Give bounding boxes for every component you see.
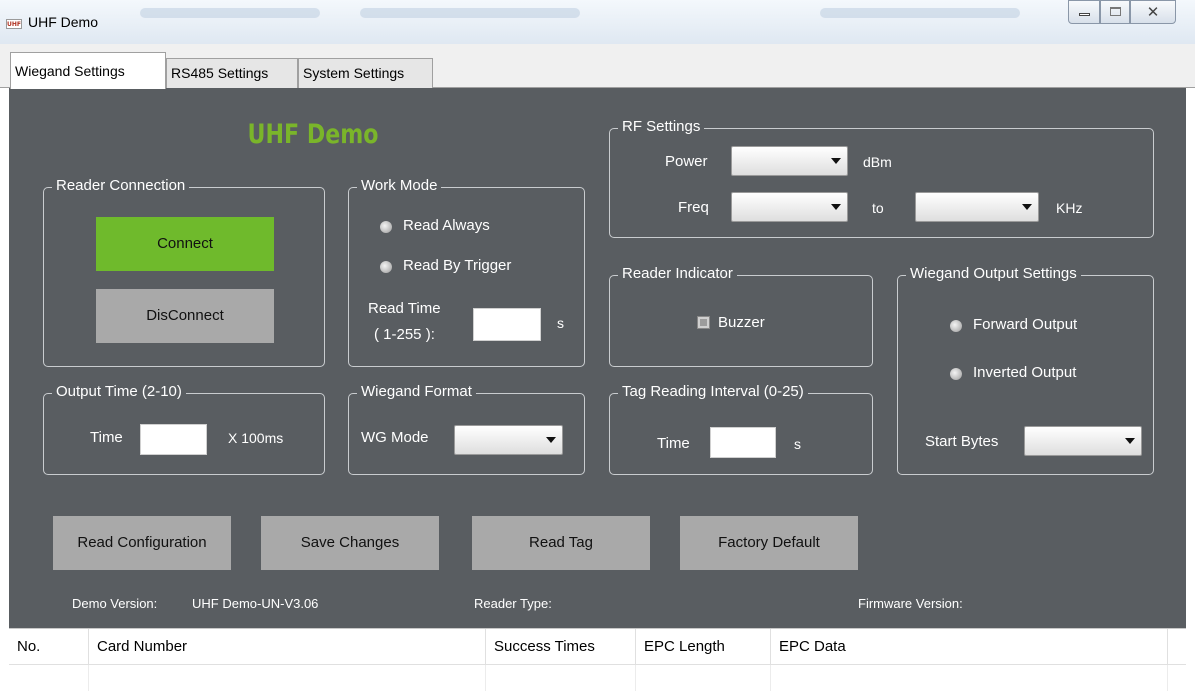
maximize-icon	[1110, 7, 1121, 16]
work-mode-legend: Work Mode	[357, 177, 442, 194]
inverted-output-radio[interactable]	[950, 368, 962, 380]
chevron-down-icon	[831, 204, 841, 210]
start-bytes-select[interactable]	[1024, 426, 1142, 456]
freq-to-select[interactable]	[915, 192, 1039, 222]
column-header-filler	[1168, 629, 1186, 665]
chevron-down-icon	[1022, 204, 1032, 210]
table-row-cell	[771, 665, 1168, 691]
tag-interval-legend: Tag Reading Interval (0-25)	[618, 383, 808, 400]
tab-strip: Wiegand Settings RS485 Settings System S…	[0, 44, 1195, 89]
app-icon: UHF	[6, 19, 22, 29]
chevron-down-icon	[831, 158, 841, 164]
app-banner: UHF Demo	[247, 119, 379, 150]
wg-mode-label: WG Mode	[361, 429, 429, 446]
title-bar-blur	[820, 8, 1020, 18]
wiegand-format-legend: Wiegand Format	[357, 383, 476, 400]
freq-to-label: to	[872, 200, 884, 216]
column-header-epc-data[interactable]: EPC Data	[771, 629, 1168, 665]
power-unit: dBm	[863, 154, 892, 170]
maximize-button[interactable]	[1100, 0, 1130, 24]
read-always-radio[interactable]	[380, 221, 392, 233]
checkbox-fill	[700, 319, 707, 326]
inverted-output-label: Inverted Output	[973, 364, 1077, 381]
reader-type-label: Reader Type:	[474, 596, 552, 611]
column-header-card-number[interactable]: Card Number	[89, 629, 486, 665]
output-time-unit: X 100ms	[228, 430, 284, 446]
buzzer-checkbox[interactable]	[697, 316, 710, 329]
forward-output-label: Forward Output	[973, 316, 1078, 333]
tab-rs485-settings[interactable]: RS485 Settings	[166, 58, 298, 88]
freq-label: Freq	[678, 199, 709, 216]
tag-interval-label: Time	[657, 435, 690, 452]
read-time-input[interactable]	[473, 308, 541, 341]
window-title-bar	[0, 0, 1195, 44]
tag-table[interactable]: No. Card Number Success Times EPC Length…	[9, 628, 1186, 691]
table-row-cell	[486, 665, 636, 691]
tab-wiegand-settings[interactable]: Wiegand Settings	[10, 52, 166, 89]
close-button[interactable]: ✕	[1130, 0, 1176, 24]
close-icon: ✕	[1146, 3, 1160, 21]
output-time-label: Time	[90, 429, 123, 446]
wg-mode-select[interactable]	[454, 425, 563, 455]
demo-version-label: Demo Version:	[72, 596, 158, 611]
read-configuration-button[interactable]: Read Configuration	[53, 516, 231, 570]
reader-indicator-legend: Reader Indicator	[618, 265, 737, 282]
rf-settings-legend: RF Settings	[618, 118, 705, 135]
column-header-epc-length[interactable]: EPC Length	[636, 629, 771, 665]
window-title: UHF Demo	[28, 14, 99, 30]
chevron-down-icon	[1125, 438, 1135, 444]
factory-default-button[interactable]: Factory Default	[680, 516, 858, 570]
rf-settings-group: RF Settings	[609, 118, 1154, 238]
power-select[interactable]	[731, 146, 848, 176]
minimize-button[interactable]	[1068, 0, 1100, 24]
read-by-trigger-label: Read By Trigger	[403, 257, 512, 274]
forward-output-radio[interactable]	[950, 320, 962, 332]
minimize-icon	[1079, 13, 1090, 16]
title-bar-blur	[360, 8, 580, 18]
tag-interval-unit: s	[794, 436, 801, 452]
output-time-input[interactable]	[140, 424, 207, 455]
read-time-unit: s	[557, 315, 564, 331]
table-row-cell	[89, 665, 486, 691]
power-label: Power	[665, 153, 708, 170]
read-time-range-label: ( 1-255 ):	[374, 326, 435, 343]
start-bytes-label: Start Bytes	[925, 433, 999, 450]
table-row-cell	[636, 665, 771, 691]
wiegand-output-legend: Wiegand Output Settings	[906, 265, 1081, 282]
column-header-no[interactable]: No.	[9, 629, 89, 665]
buzzer-label: Buzzer	[718, 314, 765, 331]
disconnect-button[interactable]: DisConnect	[96, 289, 274, 343]
read-by-trigger-radio[interactable]	[380, 261, 392, 273]
tag-interval-input[interactable]	[710, 427, 776, 458]
freq-unit: KHz	[1056, 200, 1083, 216]
output-time-legend: Output Time (2-10)	[52, 383, 186, 400]
connect-button[interactable]: Connect	[96, 217, 274, 271]
read-tag-button[interactable]: Read Tag	[472, 516, 650, 570]
read-always-label: Read Always	[403, 217, 490, 234]
chevron-down-icon	[546, 437, 556, 443]
save-changes-button[interactable]: Save Changes	[261, 516, 439, 570]
column-header-success-times[interactable]: Success Times	[486, 629, 636, 665]
freq-from-select[interactable]	[731, 192, 848, 222]
firmware-version-label: Firmware Version:	[858, 596, 963, 611]
read-time-label: Read Time	[368, 300, 441, 317]
table-row-cell	[9, 665, 89, 691]
tab-system-settings[interactable]: System Settings	[298, 58, 433, 88]
demo-version-value: UHF Demo-UN-V3.06	[192, 596, 319, 611]
reader-connection-legend: Reader Connection	[52, 177, 190, 194]
title-bar-blur	[140, 8, 320, 18]
